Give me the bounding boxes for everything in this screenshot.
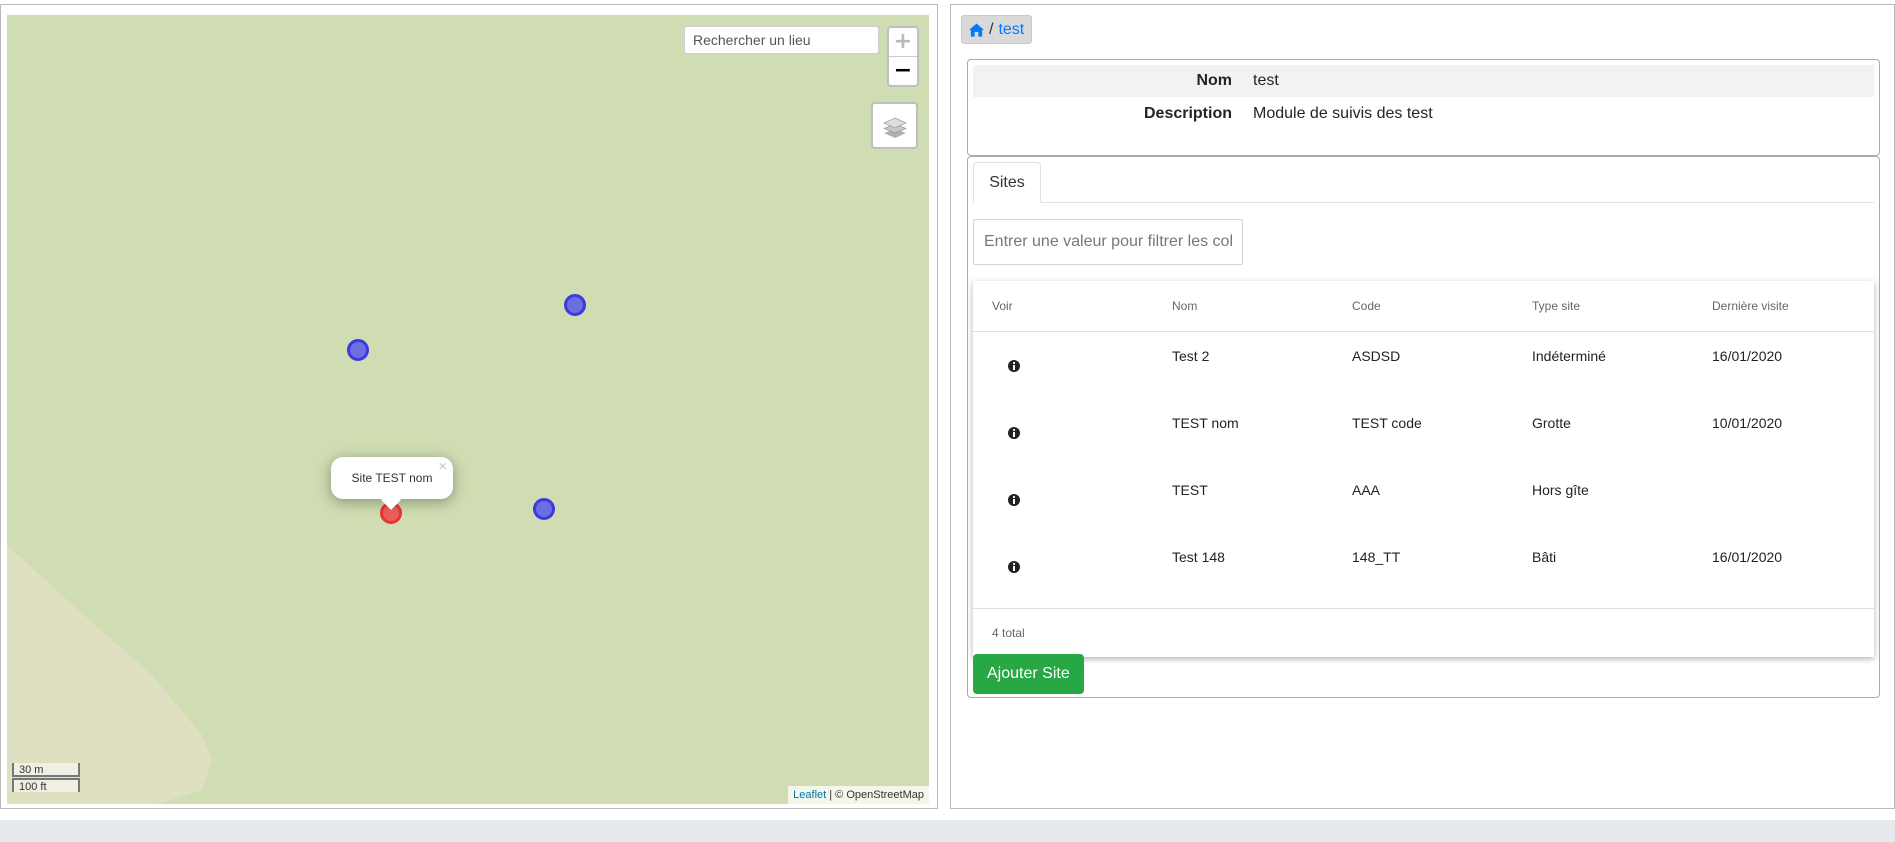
cell-derniere-visite: 16/01/2020 <box>1712 348 1783 364</box>
zoom-out-button[interactable]: − <box>889 57 917 85</box>
sites-table: Voir Nom Code Type site Dernière visite … <box>973 281 1874 657</box>
cell-type-site: Hors gîte <box>1532 482 1589 498</box>
map-terrain-shape <box>7 545 212 804</box>
cell-code: AAA <box>1352 482 1381 498</box>
cell-type-site: Grotte <box>1532 415 1571 431</box>
map-canvas[interactable]: + − × Site TEST nom 30 m 100 ft Leaflet … <box>7 15 929 804</box>
cell-derniere-visite: 16/01/2020 <box>1712 549 1783 565</box>
table-row[interactable]: TEST AAA Hors gîte <box>973 467 1874 534</box>
tab-sites[interactable]: Sites <box>973 162 1041 203</box>
popup-close-icon[interactable]: × <box>438 459 447 475</box>
info-value: Module de suivis des test <box>1253 105 1433 122</box>
cell-nom: Test 2 <box>1172 348 1210 364</box>
cell-type-site: Indéterminé <box>1532 348 1606 364</box>
column-header-type-site[interactable]: Type site <box>1532 281 1580 331</box>
map-panel: + − × Site TEST nom 30 m 100 ft Leaflet … <box>0 4 938 809</box>
tab-bar: Sites <box>973 162 1874 203</box>
cell-code: 148_TT <box>1352 549 1401 565</box>
site-marker[interactable] <box>533 498 555 520</box>
cell-derniere-visite: 10/01/2020 <box>1712 415 1783 431</box>
home-icon[interactable] <box>969 22 984 37</box>
zoom-control: + − <box>887 26 919 87</box>
map-scale: 30 m 100 ft <box>12 763 80 793</box>
add-site-button[interactable]: Ajouter Site <box>973 654 1084 694</box>
scale-metric: 30 m <box>12 763 80 777</box>
leaflet-link[interactable]: Leaflet <box>793 789 826 801</box>
cell-nom: TEST <box>1172 482 1208 498</box>
info-row-nom: Nom test <box>973 65 1874 97</box>
cell-code: ASDSD <box>1352 348 1401 364</box>
site-marker[interactable] <box>347 339 369 361</box>
cell-type-site: Bâti <box>1532 549 1557 565</box>
info-row-description: Description Module de suivis des test <box>973 98 1874 130</box>
info-icon[interactable] <box>1008 427 1020 439</box>
layers-button[interactable] <box>871 102 918 149</box>
table-footer: 4 total <box>973 608 1874 658</box>
info-icon[interactable] <box>1008 360 1020 372</box>
sites-card: Sites Voir Nom Code Type site Dernière v… <box>967 156 1880 698</box>
filter-input[interactable] <box>973 219 1243 265</box>
popup-text: Site TEST nom <box>351 471 433 485</box>
site-marker[interactable] <box>564 294 586 316</box>
table-row[interactable]: Test 148 148_TT Bâti 16/01/2020 <box>973 534 1874 601</box>
info-value: test <box>1253 72 1279 89</box>
table-row[interactable]: Test 2 ASDSD Indéterminé 16/01/2020 <box>973 333 1874 400</box>
info-icon[interactable] <box>1008 561 1020 573</box>
map-search-input[interactable] <box>684 26 879 54</box>
breadcrumb-separator: / <box>989 20 994 38</box>
zoom-in-button[interactable]: + <box>889 28 917 57</box>
info-key: Nom <box>1196 72 1232 89</box>
scale-imperial: 100 ft <box>12 778 80 793</box>
table-row[interactable]: TEST nom TEST code Grotte 10/01/2020 <box>973 400 1874 467</box>
attribution-text: | © OpenStreetMap <box>826 789 924 801</box>
layers-icon <box>882 117 907 138</box>
column-header-code[interactable]: Code <box>1352 281 1381 331</box>
column-header-derniere-visite[interactable]: Dernière visite <box>1712 281 1789 331</box>
info-key: Description <box>1143 105 1232 122</box>
cell-code: TEST code <box>1352 415 1422 431</box>
module-info-card: Nom test Description Module de suivis de… <box>967 59 1880 156</box>
total-count: 4 total <box>992 626 1025 640</box>
table-header: Voir Nom Code Type site Dernière visite <box>973 281 1874 332</box>
column-header-nom[interactable]: Nom <box>1172 281 1197 331</box>
info-icon[interactable] <box>1008 494 1020 506</box>
cell-nom: Test 148 <box>1172 549 1225 565</box>
cell-nom: TEST nom <box>1172 415 1239 431</box>
bottom-strip <box>0 820 1895 842</box>
column-header-voir[interactable]: Voir <box>992 281 1013 331</box>
breadcrumb-current[interactable]: test <box>998 21 1024 39</box>
map-attribution: Leaflet | © OpenStreetMap <box>788 786 929 804</box>
breadcrumb: / test <box>961 15 1033 44</box>
map-popup: × Site TEST nom <box>331 457 453 510</box>
detail-panel: / test Nom test Description Module de su… <box>950 4 1895 809</box>
